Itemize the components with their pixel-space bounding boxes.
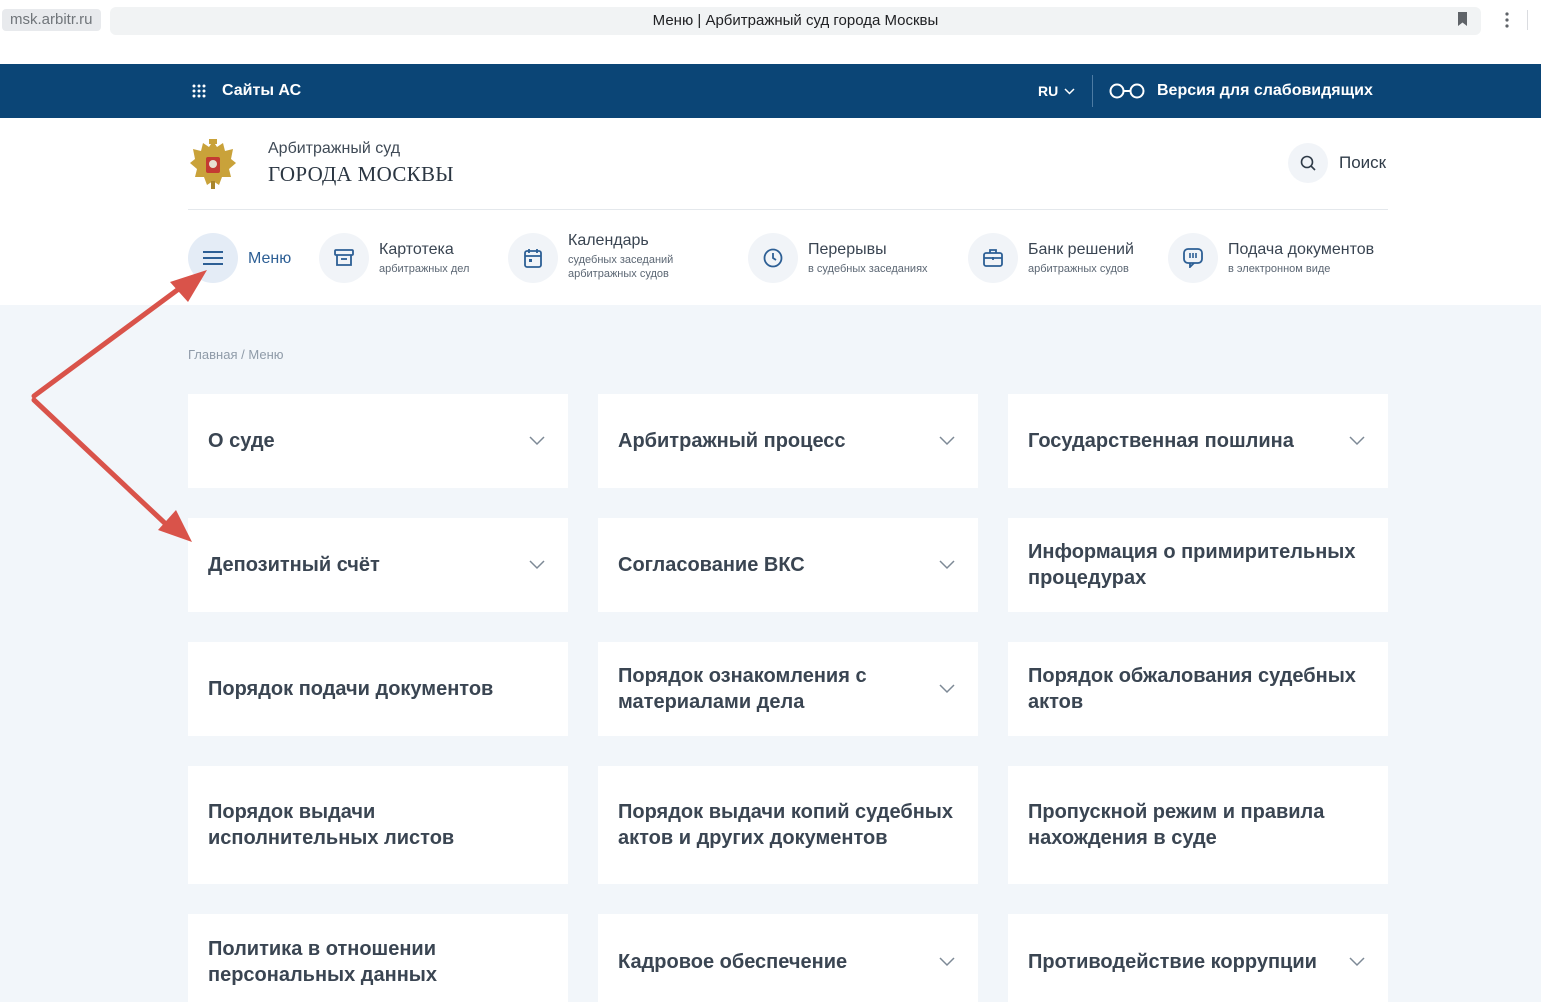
nav-menu-circle [188,233,238,283]
menu-card-label: Политика в отношении персональных данных [208,938,437,986]
menu-card[interactable]: Порядок выдачи исполнительных листов [188,766,568,884]
top-bar: Сайты АС RU Версия для слабовидящих [0,64,1541,118]
chevron-down-icon[interactable] [939,436,955,446]
court-name: Арбитражный суд [268,140,401,157]
search-icon [1300,155,1316,171]
header-divider [188,209,1388,210]
low-vision-label: Версия для слабовидящих [1157,82,1373,99]
clock-icon [763,248,783,268]
chevron-down-icon [1064,87,1075,95]
breadcrumb-home[interactable]: Главная [188,347,237,362]
menu-card[interactable]: Порядок подачи документов [188,642,568,736]
menu-card[interactable]: Порядок обжалования судебных актов [1008,642,1388,736]
chevron-down-icon[interactable] [1349,436,1365,446]
topbar-divider [1092,75,1093,107]
glasses-icon [1109,83,1145,99]
archive-icon [334,249,354,266]
chevron-down-icon[interactable] [529,436,545,446]
court-city: ГОРОДА МОСКВЫ [268,162,454,186]
nav-kartoteka[interactable]: Картотека арбитражных дел [319,231,469,285]
search-icon-wrap [1288,143,1328,183]
menu-card-label: Согласование ВКС [618,554,805,576]
menu-card-label: Арбитражный процесс [618,430,846,452]
chevron-down-icon[interactable] [939,957,955,967]
menu-card[interactable]: Арбитражный процесс [598,394,978,488]
breadcrumb-separator: / [241,347,245,362]
browser-bar: msk.arbitr.ru Меню | Арбитражный суд гор… [0,0,1541,40]
nav-bank-circle [968,233,1018,283]
nav-kartoteka-title: Картотека [379,241,454,258]
chevron-down-icon[interactable] [939,684,955,694]
menu-card[interactable]: Пропускной режим и правила нахождения в … [1008,766,1388,884]
search-label: Поиск [1339,153,1387,172]
more-options-icon[interactable] [1504,12,1510,28]
nav-calendar[interactable]: Календарь судебных заседаний арбитражных… [508,231,673,285]
language-label: RU [1038,83,1059,99]
menu-card[interactable]: Кадровое обеспечение [598,914,978,1002]
address-bar[interactable]: msk.arbitr.ru [2,9,101,31]
nav-filing-sub: в электронном виде [1228,263,1331,275]
nav-menu-title: Меню [248,249,292,267]
nav-kartoteka-sub: арбитражных дел [379,263,470,275]
calendar-icon [524,249,542,268]
menu-card[interactable]: О суде [188,394,568,488]
menu-card-label: Порядок выдачи копий судебных актов и др… [618,801,953,849]
menu-card[interactable]: Депозитный счёт [188,518,568,612]
nav-kartoteka-circle [319,233,369,283]
nav-calendar-title: Календарь [568,232,649,249]
chevron-down-icon[interactable] [1349,957,1365,967]
language-select[interactable]: RU [1038,64,1075,118]
menu-card[interactable]: Согласование ВКС [598,518,978,612]
menu-card[interactable]: Политика в отношении персональных данных [188,914,568,1002]
menu-card-label: Порядок подачи документов [208,678,494,700]
menu-card-label: Порядок обжалования судебных актов [1028,665,1356,713]
menu-card-label: Государственная пошлина [1028,430,1294,452]
search-button[interactable]: Поиск [1288,143,1386,183]
chevron-down-icon[interactable] [939,560,955,570]
menu-card-label: Депозитный счёт [208,554,380,576]
nav-filing[interactable]: Подача документов в электронном виде [1168,231,1374,285]
sites-ac-button[interactable]: Сайты АС [192,64,301,118]
breadcrumb-current: Меню [248,347,284,362]
menu-card-label: Пропускной режим и правила нахождения в … [1028,801,1325,849]
nav-breaks-circle [748,233,798,283]
menu-card-label: Порядок выдачи исполнительных листов [208,801,455,849]
nav-calendar-sub1: судебных заседаний [568,254,674,266]
toolbar-divider [1527,10,1528,30]
menu-card[interactable]: Государственная пошлина [1008,394,1388,488]
menu-card-label: Противодействие коррупции [1028,951,1317,973]
chat-icon [1183,248,1203,268]
nav-breaks-sub: в судебных заседаниях [808,263,928,275]
menu-card[interactable]: Противодействие коррупции [1008,914,1388,1002]
briefcase-icon [983,249,1003,267]
low-vision-button[interactable]: Версия для слабовидящих [1109,64,1373,118]
grid-icon [192,84,206,98]
nav-calendar-circle [508,233,558,283]
coat-of-arms-logo[interactable] [189,137,237,191]
sites-ac-label: Сайты АС [222,82,302,99]
nav-bank-title: Банк решений [1028,241,1134,258]
nav-calendar-sub2: арбитражных судов [568,268,669,280]
hamburger-icon [203,251,223,265]
nav-filing-title: Подача документов [1228,241,1375,258]
chevron-down-icon[interactable] [529,560,545,570]
nav-bank[interactable]: Банк решений арбитражных судов [968,231,1134,285]
menu-card-label: О суде [208,430,275,452]
menu-card-label: Порядок ознакомления с материалами дела [618,665,867,713]
breadcrumb: Главная / Меню [188,347,284,362]
page-title-bar: Меню | Арбитражный суд города Москвы [110,7,1481,35]
menu-card-label: Информация о примирительных процедурах [1028,541,1356,589]
menu-card[interactable]: Порядок ознакомления с материалами дела [598,642,978,736]
nav-breaks-title: Перерывы [808,241,887,258]
nav-bank-sub: арбитражных судов [1028,263,1129,275]
menu-card[interactable]: Информация о примирительных процедурах [1008,518,1388,612]
menu-card[interactable]: Порядок выдачи копий судебных актов и др… [598,766,978,884]
nav-breaks[interactable]: Перерывы в судебных заседаниях [748,231,928,285]
menu-card-label: Кадровое обеспечение [618,951,848,973]
nav-menu[interactable]: Меню [188,231,291,285]
nav-filing-circle [1168,233,1218,283]
bookmark-icon[interactable] [1457,12,1468,26]
